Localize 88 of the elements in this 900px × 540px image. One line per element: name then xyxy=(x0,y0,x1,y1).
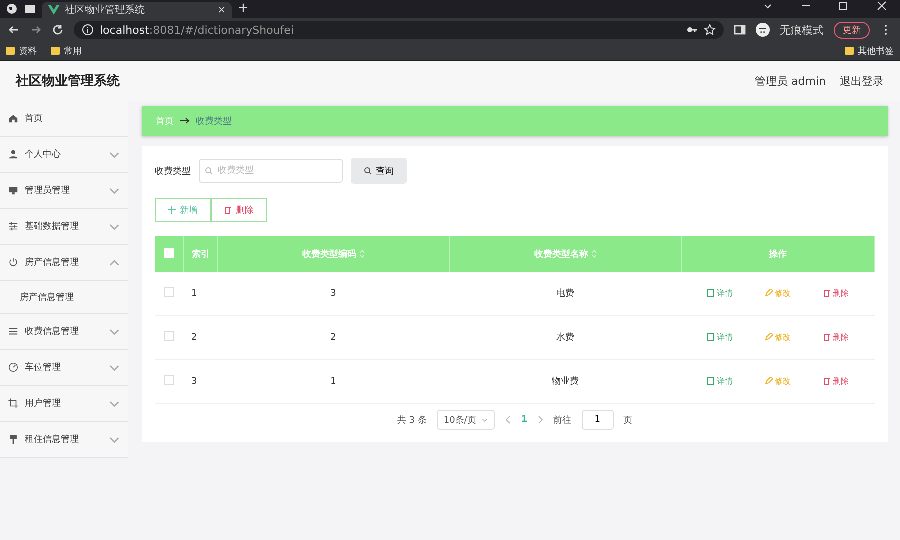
pin-icon xyxy=(8,434,19,445)
submenu-item[interactable]: 房产信息管理 xyxy=(0,281,128,314)
sidebar-item[interactable]: 用户管理 xyxy=(0,386,128,422)
sidebar-item[interactable]: 管理员管理 xyxy=(0,173,128,209)
pencil-icon xyxy=(765,377,773,386)
table-cell: 2 xyxy=(184,316,218,360)
table-cell: 物业费 xyxy=(450,360,682,404)
table-cell: 水费 xyxy=(450,316,682,360)
info-icon xyxy=(82,24,94,36)
vue-logo-icon xyxy=(48,4,60,16)
address-bar[interactable]: localhost:8081/#/dictionaryShoufei xyxy=(74,21,724,39)
back-icon[interactable] xyxy=(8,24,20,36)
globe-icon[interactable] xyxy=(6,3,18,15)
sidebar-item[interactable]: 个人中心 xyxy=(0,137,128,173)
trash-icon xyxy=(823,333,831,342)
other-bookmarks[interactable]: 其他书签 xyxy=(845,44,894,58)
column-header: 操作 xyxy=(682,236,874,272)
home-icon xyxy=(8,113,19,124)
search-label: 收费类型 xyxy=(155,166,191,178)
sidebar-item[interactable]: 基础数据管理 xyxy=(0,209,128,245)
star-icon[interactable] xyxy=(704,24,716,36)
new-tab-button[interactable]: + xyxy=(238,1,249,16)
pencil-icon xyxy=(765,289,773,298)
row-checkbox[interactable] xyxy=(164,375,174,385)
crop-icon xyxy=(8,398,19,409)
document-icon xyxy=(707,333,715,342)
bookmark[interactable]: 资料 xyxy=(6,44,37,58)
table-cell: 电费 xyxy=(450,272,682,316)
search-button[interactable]: 查询 xyxy=(351,158,407,184)
row-checkbox[interactable] xyxy=(164,287,174,297)
search-icon xyxy=(364,167,372,175)
page-suffix: 页 xyxy=(624,414,633,426)
delete-link[interactable]: 删除 xyxy=(817,374,855,388)
sidebar-item[interactable]: 租住信息管理 xyxy=(0,422,128,458)
list-icon xyxy=(8,326,19,337)
power-icon xyxy=(8,257,19,268)
document-icon xyxy=(707,377,715,386)
window-icon[interactable] xyxy=(24,3,36,15)
monitor-icon xyxy=(8,185,19,196)
forward-icon[interactable] xyxy=(30,24,42,36)
table-cell: 2 xyxy=(218,316,450,360)
restore-icon[interactable] xyxy=(838,0,850,12)
incognito-icon[interactable] xyxy=(756,23,770,37)
tab-title: 社区物业管理系统 xyxy=(65,4,146,17)
trash-icon xyxy=(224,206,232,214)
arrow-icon xyxy=(180,118,190,124)
sidebar-icon[interactable] xyxy=(734,24,746,36)
bookmark[interactable]: 常用 xyxy=(51,44,82,58)
table-cell: 3 xyxy=(184,360,218,404)
sidebar-item[interactable]: 收费信息管理 xyxy=(0,314,128,350)
document-icon xyxy=(707,289,715,298)
table-cell: 1 xyxy=(184,272,218,316)
user-label: 管理员 admin xyxy=(755,74,826,88)
select-all-checkbox[interactable] xyxy=(164,248,174,258)
trash-icon xyxy=(823,377,831,386)
close-icon[interactable] xyxy=(876,0,888,12)
delete-button[interactable]: 删除 xyxy=(211,198,267,222)
goto-label: 前往 xyxy=(554,414,572,426)
url-text: localhost:8081/#/dictionaryShoufei xyxy=(100,24,294,36)
sidebar-item[interactable]: 房产信息管理 xyxy=(0,245,128,281)
row-checkbox[interactable] xyxy=(164,331,174,341)
total-count: 共 3 条 xyxy=(397,414,427,426)
user-icon xyxy=(8,149,19,160)
column-header: 索引 xyxy=(184,236,218,272)
plus-icon xyxy=(168,206,176,214)
table-cell: 3 xyxy=(218,272,450,316)
goto-field[interactable]: 1 xyxy=(582,410,614,430)
caret-icon xyxy=(482,417,488,423)
gauge-icon xyxy=(8,362,19,373)
sidebar-item[interactable]: 首页 xyxy=(0,101,128,137)
logout-link[interactable]: 退出登录 xyxy=(840,74,884,88)
sidebar-item[interactable]: 车位管理 xyxy=(0,350,128,386)
sliders-icon xyxy=(8,221,19,232)
trash-icon xyxy=(823,289,831,298)
app-title: 社区物业管理系统 xyxy=(16,72,120,90)
delete-link[interactable]: 删除 xyxy=(817,330,855,344)
breadcrumb-item: 收费类型 xyxy=(196,116,232,128)
search-icon xyxy=(205,167,213,175)
pencil-icon xyxy=(765,333,773,342)
browser-tab[interactable]: 社区物业管理系统 × xyxy=(42,2,232,18)
page-size-select[interactable]: 10条/页 xyxy=(436,410,496,430)
profile-label: 无痕模式 xyxy=(780,22,824,38)
update-button[interactable]: 更新 xyxy=(834,22,870,38)
close-tab-button[interactable]: × xyxy=(218,4,226,16)
delete-link[interactable]: 删除 xyxy=(817,286,855,300)
search-field[interactable]: 收费类型 xyxy=(199,159,343,183)
table-cell: 1 xyxy=(218,360,450,404)
reload-icon[interactable] xyxy=(52,24,64,36)
